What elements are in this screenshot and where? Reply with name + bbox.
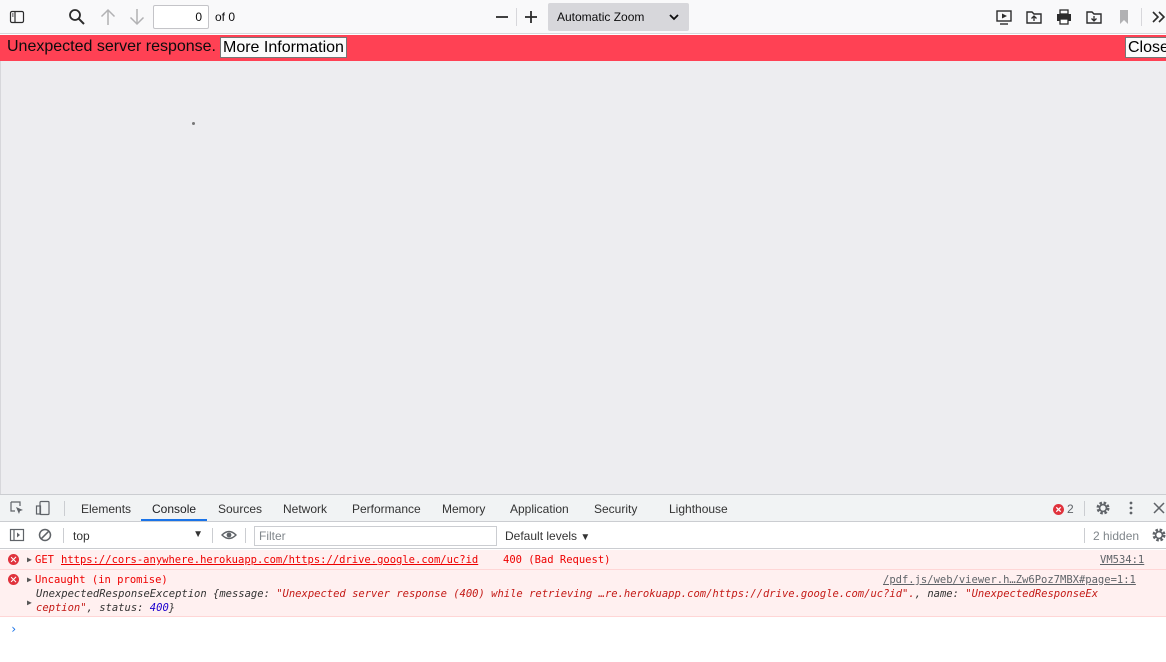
- expand-triangle-icon[interactable]: ▶: [27, 575, 32, 584]
- exception-class: UnexpectedResponseException {message:: [36, 588, 277, 600]
- close-button[interactable]: Close: [1125, 37, 1166, 58]
- request-status: 400 (Bad Request): [503, 554, 611, 566]
- print-icon[interactable]: [1051, 4, 1077, 30]
- dropdown-arrow-icon: ▼: [193, 529, 203, 540]
- exception-close-brace: }: [168, 602, 176, 614]
- context-select[interactable]: top ▼: [73, 529, 203, 543]
- clear-console-icon[interactable]: [37, 527, 53, 543]
- tab-sources[interactable]: Sources: [218, 502, 262, 516]
- tab-lighthouse[interactable]: Lighthouse: [669, 502, 728, 516]
- console-prompt-icon[interactable]: ›: [10, 622, 17, 636]
- error-count-badge[interactable]: 2: [1053, 502, 1074, 516]
- exception-name-value: "UnexpectedResponseEx: [965, 588, 1099, 600]
- eye-icon[interactable]: [221, 527, 237, 543]
- page-number-input[interactable]: 0: [153, 5, 209, 29]
- error-bar: Unexpected server response. More Informa…: [0, 35, 1166, 61]
- previous-page-icon[interactable]: [95, 4, 121, 30]
- show-sidebar-icon[interactable]: [9, 527, 25, 543]
- tab-application[interactable]: Application: [510, 502, 569, 516]
- close-icon[interactable]: [1151, 500, 1166, 516]
- more-options-icon[interactable]: [1123, 500, 1139, 516]
- sidebar-toggle-icon[interactable]: [4, 4, 30, 30]
- exception-status-value: 400: [149, 602, 169, 614]
- error-icon: [1053, 503, 1064, 515]
- toolbar-divider: [245, 528, 246, 543]
- tab-security[interactable]: Security: [594, 502, 637, 516]
- expand-triangle-icon[interactable]: ▶: [27, 555, 32, 564]
- zoom-select-value: Automatic Zoom: [557, 10, 645, 24]
- tab-elements[interactable]: Elements: [81, 502, 131, 516]
- active-tab-indicator: [141, 519, 207, 521]
- tools-menu-icon[interactable]: [1146, 4, 1166, 30]
- error-message: Unexpected server response.: [7, 38, 216, 55]
- toolbar-divider: [212, 528, 213, 543]
- zoom-select[interactable]: Automatic Zoom: [548, 3, 689, 31]
- exception-name-key: , name:: [914, 588, 966, 600]
- more-information-button[interactable]: More Information: [220, 37, 347, 58]
- exception-object-line1[interactable]: UnexpectedResponseException {message: "U…: [36, 588, 1098, 600]
- tab-console[interactable]: Console: [152, 502, 196, 516]
- console-error-row[interactable]: ▶ GET https://cors-anywhere.herokuapp.co…: [0, 550, 1166, 570]
- source-link[interactable]: /pdf.js/web/viewer.h…Zw6Poz7MBX#page=1:1: [883, 574, 1136, 586]
- presentation-mode-icon[interactable]: [991, 4, 1017, 30]
- search-icon[interactable]: [64, 4, 90, 30]
- toolbar-divider: [63, 528, 64, 543]
- exception-message: "Unexpected server response (400) while …: [276, 588, 915, 600]
- exception-object-line2: ception", status: 400}: [36, 602, 175, 614]
- zoom-in-icon[interactable]: [518, 4, 544, 30]
- request-method: GET: [35, 554, 54, 566]
- toolbar-divider: [64, 501, 65, 516]
- hidden-messages-count: 2 hidden: [1093, 529, 1140, 543]
- document-viewer[interactable]: [0, 61, 1166, 494]
- pdf-toolbar: 0 of 0 Automatic Zoom: [0, 0, 1166, 34]
- tab-memory[interactable]: Memory: [442, 502, 485, 516]
- request-url-link[interactable]: https://cors-anywhere.herokuapp.com/http…: [61, 554, 478, 566]
- tab-performance[interactable]: Performance: [352, 502, 421, 516]
- toolbar-divider: [516, 8, 517, 26]
- log-levels-label: Default levels: [505, 529, 578, 543]
- error-icon: [8, 554, 19, 565]
- tab-network[interactable]: Network: [283, 502, 327, 516]
- error-count: 2: [1067, 502, 1074, 516]
- filter-input[interactable]: Filter: [254, 526, 497, 546]
- device-toolbar-icon[interactable]: [35, 500, 51, 516]
- context-value: top: [73, 529, 90, 543]
- exception-status-key: , status:: [86, 602, 150, 614]
- toolbar-divider: [1141, 8, 1142, 26]
- toolbar-divider: [1084, 528, 1085, 543]
- devtools-tab-bar: Elements Console Sources Network Perform…: [0, 495, 1166, 522]
- bookmark-icon[interactable]: [1111, 4, 1137, 30]
- error-icon: [8, 574, 19, 585]
- source-link[interactable]: VM534:1: [1100, 554, 1144, 566]
- exception-name-value-cont: ception": [36, 602, 87, 614]
- inspect-element-icon[interactable]: [9, 500, 25, 516]
- expand-triangle-icon[interactable]: ▶: [27, 598, 32, 607]
- devtools-panel: Elements Console Sources Network Perform…: [0, 494, 1166, 662]
- dropdown-arrow-icon: ▼: [580, 532, 591, 543]
- loading-indicator: [192, 122, 195, 125]
- toolbar-divider: [1084, 501, 1085, 516]
- open-file-icon[interactable]: [1021, 4, 1047, 30]
- console-settings-gear-icon[interactable]: [1151, 527, 1166, 543]
- download-icon[interactable]: [1081, 4, 1107, 30]
- error-text: Uncaught (in promise): [35, 574, 168, 586]
- next-page-icon[interactable]: [124, 4, 150, 30]
- console-error-row[interactable]: ▶ Uncaught (in promise) /pdf.js/web/view…: [0, 570, 1166, 617]
- gear-icon[interactable]: [1095, 500, 1111, 516]
- console-filter-bar: top ▼ Filter Default levels ▼ 2 hidden: [0, 522, 1166, 549]
- page-count-label: of 0: [215, 10, 236, 24]
- log-levels-dropdown[interactable]: Default levels ▼: [505, 529, 590, 543]
- zoom-out-icon[interactable]: [489, 4, 515, 30]
- chevron-down-icon: [669, 14, 679, 21]
